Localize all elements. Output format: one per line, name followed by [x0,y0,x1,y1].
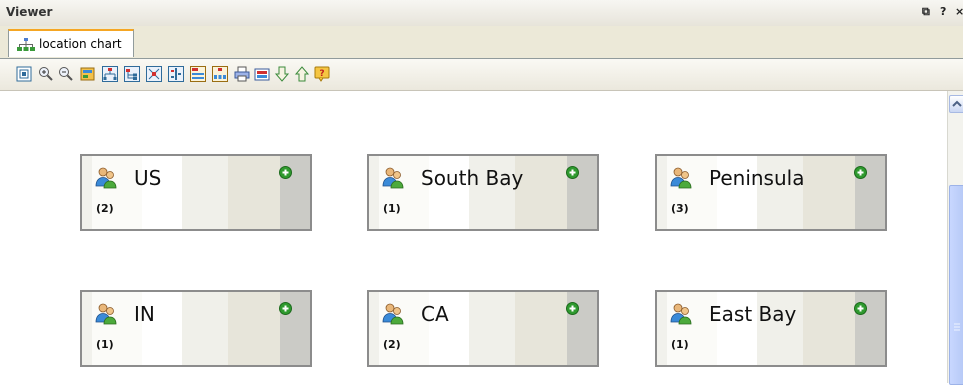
node-us[interactable]: US (2) [80,154,312,231]
layout-compact-icon[interactable] [146,66,162,82]
node-count: (2) [96,202,114,215]
layout-horizontal-icon[interactable] [212,66,228,82]
chart-canvas[interactable]: US (2) South Bay (1) Peninsula (3) IN (1… [0,91,947,383]
tab-strip: location chart [0,26,963,59]
expand-icon[interactable] [566,302,579,315]
tab-location-chart[interactable]: location chart [8,29,134,57]
help-icon[interactable]: ? [314,66,330,82]
tab-label: location chart [39,37,122,51]
people-icon [382,303,404,325]
layout-vertical-icon[interactable] [190,66,206,82]
scroll-thumb[interactable] [949,185,963,385]
node-count: (1) [671,338,689,351]
node-count: (2) [383,338,401,351]
expand-icon[interactable] [279,166,292,179]
node-east-bay[interactable]: East Bay (1) [655,290,887,367]
move-down-icon[interactable] [274,66,290,82]
people-icon [670,303,692,325]
node-name: Peninsula [709,166,805,190]
find-icon[interactable] [80,66,96,82]
export-icon[interactable] [254,66,270,82]
toolbar: ? [0,59,963,91]
people-icon [95,303,117,325]
zoom-out-icon[interactable] [58,66,74,82]
help-icon[interactable]: ? [940,5,946,18]
zoom-in-icon[interactable] [38,66,54,82]
vertical-scrollbar[interactable] [947,91,963,385]
node-name: CA [421,302,449,326]
fit-page-icon[interactable] [16,66,32,82]
node-name: East Bay [709,302,797,326]
chevron-up-icon [952,100,962,107]
window-titlebar: Viewer ⧉ ? × [0,0,963,27]
expand-icon[interactable] [566,166,579,179]
layout-list-icon[interactable] [168,66,184,82]
svg-text:?: ? [319,69,324,79]
node-name: IN [134,302,155,326]
grip-icon [954,323,960,331]
node-name: US [134,166,162,190]
node-count: (1) [96,338,114,351]
node-count: (3) [671,202,689,215]
expand-icon[interactable] [854,302,867,315]
layout-left-right-icon[interactable] [124,66,140,82]
node-name: South Bay [421,166,524,190]
expand-icon[interactable] [854,166,867,179]
people-icon [382,167,404,189]
node-south-bay[interactable]: South Bay (1) [367,154,599,231]
node-in[interactable]: IN (1) [80,290,312,367]
print-icon[interactable] [234,66,250,82]
people-icon [95,167,117,189]
move-up-icon[interactable] [294,66,310,82]
window-title: Viewer [6,5,53,19]
node-count: (1) [383,202,401,215]
scroll-up-button[interactable] [949,95,963,113]
close-icon[interactable]: × [955,5,963,18]
node-ca[interactable]: CA (2) [367,290,599,367]
restore-icon[interactable]: ⧉ [922,5,930,19]
layout-top-down-icon[interactable] [102,66,118,82]
node-peninsula[interactable]: Peninsula (3) [655,154,887,231]
org-chart-icon [17,38,35,51]
people-icon [670,167,692,189]
expand-icon[interactable] [279,302,292,315]
